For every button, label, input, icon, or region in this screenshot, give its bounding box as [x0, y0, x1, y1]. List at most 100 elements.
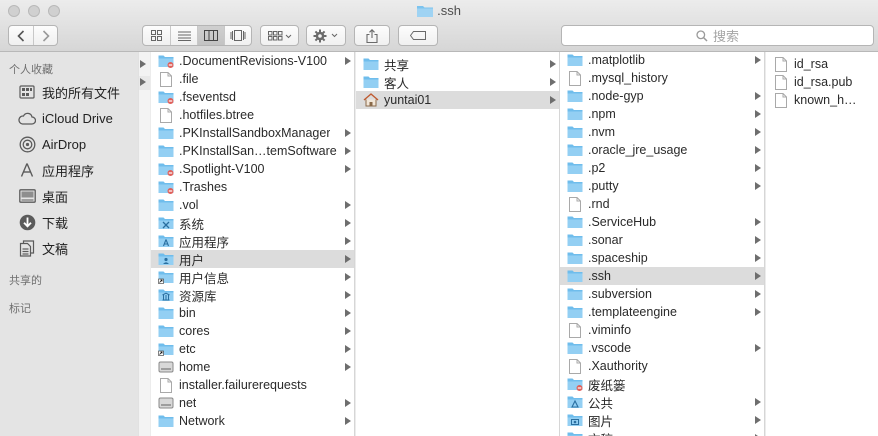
file-row[interactable]: 废纸篓	[560, 375, 764, 393]
document-icon	[567, 196, 583, 212]
file-row[interactable]: .Spotlight-V100	[151, 160, 354, 178]
edit-tags-button[interactable]	[399, 26, 437, 45]
file-row[interactable]: known_hosts	[766, 91, 878, 109]
file-row[interactable]: .subversion	[560, 285, 764, 303]
file-row[interactable]: .DocumentRevisions-V100	[151, 52, 354, 70]
column-home[interactable]: .matplotlib .mysql_history .node-gyp .npm .n…	[560, 52, 765, 436]
sidebar-item-desktop[interactable]: 桌面	[0, 183, 149, 209]
file-row[interactable]: .PKInstallSandboxManager	[151, 124, 354, 142]
sidebar-item-airdrop[interactable]: AirDrop	[0, 131, 149, 157]
back-button[interactable]	[9, 26, 33, 45]
chevron-left-icon	[17, 29, 25, 42]
column-ssh[interactable]: id_rsa id_rsa.pub known_hosts	[766, 52, 878, 436]
column-root[interactable]: .DocumentRevisions-V100 .file .fseventsd .h…	[151, 52, 355, 436]
sidebar-header-tags[interactable]: 标记	[9, 300, 31, 316]
file-row[interactable]: 文稿	[560, 429, 764, 436]
file-row[interactable]: .nvm	[560, 123, 764, 141]
gallery-view-button[interactable]	[224, 26, 251, 45]
file-row[interactable]: installer.failurerequests	[151, 376, 354, 394]
file-name: .viminfo	[588, 323, 632, 337]
file-row[interactable]: .oracle_jre_usage	[560, 141, 764, 159]
file-row[interactable]: .putty	[560, 177, 764, 195]
icon-view-button[interactable]	[143, 26, 170, 45]
file-row[interactable]: .rnd	[560, 195, 764, 213]
file-row[interactable]: net	[151, 394, 354, 412]
file-row[interactable]: home	[151, 358, 354, 376]
file-row[interactable]: .templateengine	[560, 303, 764, 321]
file-row[interactable]: 用户信息	[151, 268, 354, 286]
file-row[interactable]: 公共	[560, 393, 764, 411]
toolbar: .ssh 搜索	[0, 0, 878, 52]
file-row[interactable]: .node-gyp	[560, 87, 764, 105]
file-row[interactable]: .vol	[151, 196, 354, 214]
arrange-icon	[267, 30, 291, 40]
file-row[interactable]: .spaceship	[560, 249, 764, 267]
document-icon	[567, 70, 583, 86]
file-row[interactable]: 资源库	[151, 286, 354, 304]
file-row[interactable]: yuntai01	[356, 91, 559, 109]
file-row[interactable]: .mysql_history	[560, 69, 764, 87]
file-row[interactable]: cores	[151, 322, 354, 340]
disclosure-arrow-icon	[550, 60, 556, 68]
file-row[interactable]: .file	[151, 70, 354, 88]
document-icon	[158, 377, 174, 393]
share-button[interactable]	[355, 26, 389, 45]
parent-column-edge[interactable]	[138, 52, 150, 436]
file-row[interactable]: 共享	[356, 55, 559, 73]
file-row[interactable]: .PKInstallSan…temSoftware	[151, 142, 354, 160]
file-row[interactable]: .Trashes	[151, 178, 354, 196]
file-name: .mysql_history	[588, 71, 668, 85]
file-row[interactable]: Network	[151, 412, 354, 430]
tag-group	[398, 25, 438, 46]
folder-icon	[417, 4, 434, 20]
column-view-button[interactable]	[197, 26, 224, 45]
disclosure-arrow-icon	[345, 201, 351, 209]
sidebar-item-applications[interactable]: 应用程序	[0, 157, 149, 183]
sidebar-item-label: 我的所有文件	[42, 85, 121, 101]
file-row[interactable]: .viminfo	[560, 321, 764, 339]
file-row[interactable]: .hotfiles.btree	[151, 106, 354, 124]
file-name: installer.failurerequests	[179, 378, 307, 392]
file-row[interactable]: 客人	[356, 73, 559, 91]
list-view-button[interactable]	[170, 26, 197, 45]
folder-icon	[158, 198, 174, 212]
sidebar-item-documents[interactable]: 文稿	[0, 235, 149, 261]
sidebar-item-all-my-files[interactable]: 我的所有文件	[0, 79, 149, 105]
file-row[interactable]: 图片	[560, 411, 764, 429]
forward-button[interactable]	[33, 26, 57, 45]
file-row[interactable]: .npm	[560, 105, 764, 123]
search-field[interactable]: 搜索	[561, 25, 874, 46]
file-row[interactable]: 应用程序	[151, 232, 354, 250]
file-row[interactable]: .p2	[560, 159, 764, 177]
file-row[interactable]: id_rsa	[766, 55, 878, 73]
sidebar-item-icloud-drive[interactable]: iCloud Drive	[0, 105, 149, 131]
file-name: 资源库	[179, 289, 217, 304]
file-row[interactable]: .vscode	[560, 339, 764, 357]
file-name: 系统	[179, 217, 205, 232]
window-title: .ssh	[0, 3, 878, 20]
sidebar-item-downloads[interactable]: 下载	[0, 209, 149, 235]
file-row[interactable]: .fseventsd	[151, 88, 354, 106]
file-row[interactable]: 用户	[151, 250, 354, 268]
file-row[interactable]: .ServiceHub	[560, 213, 764, 231]
file-row[interactable]: .matplotlib	[560, 52, 764, 69]
file-row[interactable]: 系统	[151, 214, 354, 232]
file-name: 用户	[179, 253, 205, 268]
file-row[interactable]: .Xauthority	[560, 357, 764, 375]
file-row[interactable]: .sonar	[560, 231, 764, 249]
disclosure-arrow-icon	[345, 399, 351, 407]
file-row[interactable]: .ssh	[560, 267, 764, 285]
file-row[interactable]: id_rsa.pub	[766, 73, 878, 91]
file-name: 废纸篓	[588, 378, 626, 393]
action-button[interactable]	[307, 26, 345, 45]
column-users[interactable]: 共享 客人 yuntai01	[356, 52, 560, 436]
disclosure-arrow-icon	[755, 290, 761, 298]
file-row[interactable]: bin	[151, 304, 354, 322]
disclosure-arrow-icon	[345, 291, 351, 299]
sidebar-header-shared[interactable]: 共享的	[9, 272, 42, 288]
folder-icon	[567, 287, 583, 301]
file-name: .vol	[179, 198, 199, 212]
arrange-button[interactable]	[261, 26, 298, 45]
cover-flow-icon	[230, 30, 246, 41]
file-row[interactable]: etc	[151, 340, 354, 358]
